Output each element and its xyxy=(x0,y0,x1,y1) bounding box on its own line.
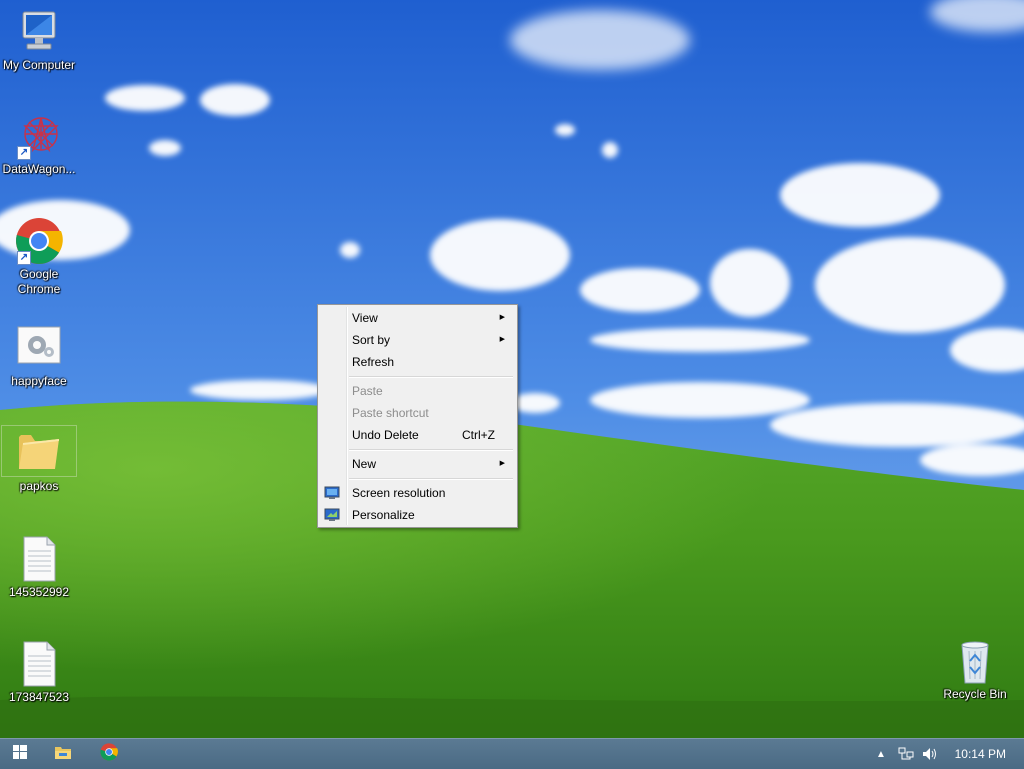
taskbar: ▲ 10:14 PM xyxy=(0,738,1024,769)
menu-separator xyxy=(349,376,513,378)
taskbar-clock[interactable]: 10:14 PM xyxy=(955,739,1006,769)
menu-item-paste[interactable]: Paste xyxy=(320,380,515,402)
menu-item-new[interactable]: New ▶ xyxy=(320,453,515,475)
menu-item-view[interactable]: View ▶ xyxy=(320,307,515,329)
menu-item-screen-resolution[interactable]: Screen resolution xyxy=(320,482,515,504)
menu-item-personalize[interactable]: Personalize xyxy=(320,504,515,526)
desktop-icon-173847523[interactable]: 173847523 xyxy=(1,640,77,705)
personalize-icon xyxy=(324,507,340,523)
desktop-icon-label: Google Chrome xyxy=(17,267,61,296)
settings-file-icon xyxy=(15,324,63,372)
desktop-icon-label: DataWagon... xyxy=(2,162,76,176)
menu-item-label: Paste shortcut xyxy=(352,406,429,420)
desktop-icon-datawagon[interactable]: ↗ DataWagon... xyxy=(1,112,77,177)
menu-separator xyxy=(349,449,513,451)
menu-item-label: Personalize xyxy=(352,508,415,522)
recycle-bin-icon xyxy=(951,637,999,685)
submenu-arrow-icon: ▶ xyxy=(499,314,505,321)
desktop-icon-label: papkos xyxy=(19,479,59,493)
desktop-icon-label: Recycle Bin xyxy=(943,687,1007,701)
desktop-icon-label: 173847523 xyxy=(8,690,70,704)
taskbar-file-explorer-button[interactable] xyxy=(43,739,83,769)
desktop-icon-papkos[interactable]: papkos xyxy=(1,425,77,494)
shortcut-arrow-icon: ↗ xyxy=(17,251,31,265)
menu-item-undo-delete[interactable]: Undo Delete Ctrl+Z xyxy=(320,424,515,446)
chrome-icon: ↗ xyxy=(15,217,63,265)
desktop-icon-label: 145352992 xyxy=(8,585,70,599)
taskbar-chrome-button[interactable] xyxy=(89,739,129,769)
menu-item-refresh[interactable]: Refresh xyxy=(320,351,515,373)
desktop-icon-my-computer[interactable]: My Computer xyxy=(1,8,77,73)
datawagon-icon: ↗ xyxy=(15,112,63,160)
desktop-icon-label: My Computer xyxy=(2,58,76,72)
menu-item-sort-by[interactable]: Sort by ▶ xyxy=(320,329,515,351)
menu-item-shortcut: Ctrl+Z xyxy=(462,428,495,442)
submenu-arrow-icon: ▶ xyxy=(499,460,505,467)
menu-item-label: Sort by xyxy=(352,333,391,347)
desktop-icon-label: happyface xyxy=(11,374,67,388)
chrome-icon xyxy=(100,742,118,766)
menu-item-label: Screen resolution xyxy=(352,486,446,500)
menu-item-label: Refresh xyxy=(352,355,395,369)
menu-item-label: New xyxy=(352,457,377,471)
shortcut-arrow-icon: ↗ xyxy=(17,146,31,160)
network-icon[interactable] xyxy=(896,739,916,769)
desktop-icon-google-chrome[interactable]: ↗ Google Chrome xyxy=(1,217,77,297)
screen-resolution-icon xyxy=(324,485,340,501)
menu-item-paste-shortcut[interactable]: Paste shortcut xyxy=(320,402,515,424)
text-file-icon xyxy=(15,640,63,688)
volume-icon[interactable] xyxy=(920,739,940,769)
file-explorer-icon xyxy=(54,744,72,765)
menu-item-label: Undo Delete xyxy=(352,428,419,442)
folder-icon xyxy=(1,425,77,477)
submenu-arrow-icon: ▶ xyxy=(499,336,505,343)
start-button[interactable] xyxy=(0,739,40,769)
menu-separator xyxy=(349,478,513,480)
menu-item-label: View xyxy=(352,311,378,325)
menu-item-label: Paste xyxy=(352,384,383,398)
desktop-icon-145352992[interactable]: 145352992 xyxy=(1,535,77,600)
text-file-icon xyxy=(15,535,63,583)
show-hidden-icons-icon[interactable]: ▲ xyxy=(871,739,891,769)
desktop-context-menu: View ▶ Sort by ▶ Refresh Paste Paste sho… xyxy=(317,304,518,528)
computer-icon xyxy=(15,8,63,56)
desktop-icon-recycle-bin[interactable]: Recycle Bin xyxy=(937,637,1013,702)
desktop-icon-happyface[interactable]: happyface xyxy=(1,324,77,389)
windows-start-icon xyxy=(13,744,27,764)
